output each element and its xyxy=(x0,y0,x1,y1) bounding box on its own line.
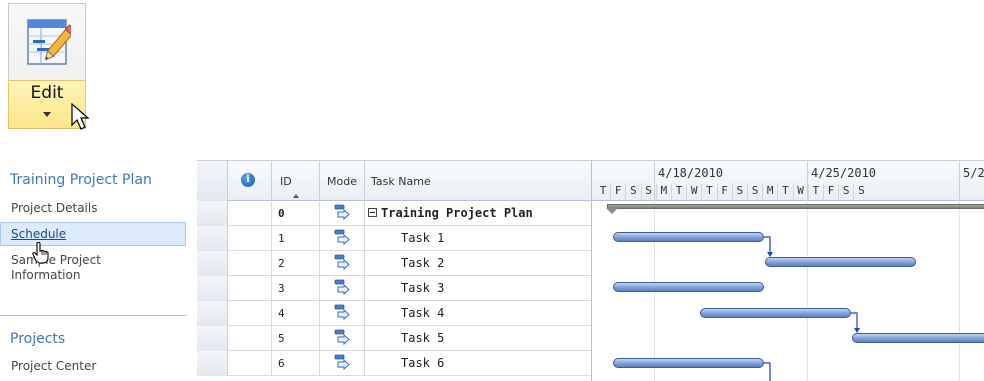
auto-schedule-icon xyxy=(333,329,351,350)
auto-schedule-icon xyxy=(333,279,351,300)
mode-header-label: Mode xyxy=(327,175,357,188)
task-name: Task 6 xyxy=(401,356,445,370)
row-indicator-cell xyxy=(228,201,272,226)
nav-divider xyxy=(0,315,186,316)
nav-heading-project[interactable]: Training Project Plan xyxy=(10,172,152,188)
task-name: Training Project Plan xyxy=(381,206,533,220)
row-indicator-cell xyxy=(228,251,272,276)
chevron-down-icon[interactable] xyxy=(43,112,51,117)
mode-cell[interactable] xyxy=(320,201,365,226)
task-name: Task 5 xyxy=(401,331,445,345)
task-name-cell[interactable]: Task 2 xyxy=(365,251,591,276)
task-name-cell[interactable]: Task 1 xyxy=(365,226,591,251)
mouse-pointer-icon xyxy=(71,103,90,130)
nav-heading-projects[interactable]: Projects xyxy=(10,331,65,347)
sort-ascending-icon xyxy=(293,194,299,198)
auto-schedule-icon xyxy=(333,254,351,275)
task-name: Task 3 xyxy=(401,281,445,295)
mode-cell[interactable] xyxy=(320,326,365,351)
gantt-chart: 4/18/2010 4/25/2010 5/2 TFSSMTWTFSSMTWTF… xyxy=(591,160,984,381)
task-name: Task 4 xyxy=(401,306,445,320)
nav-item-project-details[interactable]: Project Details xyxy=(11,201,97,216)
row-id[interactable]: 3 xyxy=(272,276,320,301)
hand-pointer-icon xyxy=(32,242,49,264)
table-row[interactable]: 3 Task 3 xyxy=(197,276,591,301)
table-row[interactable]: 6 Task 6 xyxy=(197,351,591,376)
table-row[interactable]: 0 Training Project Plan xyxy=(197,201,591,226)
row-id[interactable]: 0 xyxy=(272,201,320,226)
collapse-icon[interactable] xyxy=(368,208,377,217)
mode-cell[interactable] xyxy=(320,226,365,251)
row-id[interactable]: 6 xyxy=(272,351,320,376)
row-selector[interactable] xyxy=(197,201,228,226)
row-selector[interactable] xyxy=(197,226,228,251)
row-selector[interactable] xyxy=(197,351,228,376)
row-indicator-cell xyxy=(228,351,272,376)
table-row[interactable]: 4 Task 4 xyxy=(197,301,591,326)
task-name-cell[interactable]: Training Project Plan xyxy=(365,201,591,226)
select-all-cell[interactable] xyxy=(197,161,228,202)
row-selector[interactable] xyxy=(197,326,228,351)
mode-cell[interactable] xyxy=(320,276,365,301)
task-name-cell[interactable]: Task 5 xyxy=(365,326,591,351)
task-name-cell[interactable]: Task 4 xyxy=(365,301,591,326)
task-name: Task 1 xyxy=(401,231,445,245)
row-id[interactable]: 2 xyxy=(272,251,320,276)
auto-schedule-icon xyxy=(333,354,351,375)
edit-label: Edit xyxy=(30,83,64,103)
auto-schedule-icon xyxy=(333,229,351,250)
row-indicator-cell xyxy=(228,301,272,326)
mode-cell[interactable] xyxy=(320,251,365,276)
task-name: Task 2 xyxy=(401,256,445,270)
indicators-column-header[interactable]: i xyxy=(228,161,272,202)
nav-item-schedule[interactable]: Schedule xyxy=(11,227,66,242)
dependency-links xyxy=(764,236,860,381)
info-icon: i xyxy=(241,173,255,187)
row-selector[interactable] xyxy=(197,276,228,301)
edit-page-icon xyxy=(27,19,71,65)
table-row[interactable]: 1 Task 1 xyxy=(197,226,591,251)
left-navigation: Training Project Plan Project Details Sc… xyxy=(0,160,188,381)
id-header-label: ID xyxy=(280,175,292,188)
mode-cell[interactable] xyxy=(320,301,365,326)
row-selector[interactable] xyxy=(197,301,228,326)
row-id[interactable]: 1 xyxy=(272,226,320,251)
mode-column-header[interactable]: Mode xyxy=(320,161,365,202)
row-indicator-cell xyxy=(228,326,272,351)
task-grid: i ID Mode Task Name 0 Training Project Pl… xyxy=(197,160,591,381)
task-name-cell[interactable]: Task 6 xyxy=(365,351,591,376)
row-id[interactable]: 5 xyxy=(272,326,320,351)
task-name-cell[interactable]: Task 3 xyxy=(365,276,591,301)
row-id[interactable]: 4 xyxy=(272,301,320,326)
row-indicator-cell xyxy=(228,226,272,251)
grid-header: i ID Mode Task Name xyxy=(197,160,591,202)
mode-cell[interactable] xyxy=(320,351,365,376)
auto-schedule-icon xyxy=(333,304,351,325)
row-selector[interactable] xyxy=(197,251,228,276)
id-column-header[interactable]: ID xyxy=(272,161,320,202)
task-name-header-label: Task Name xyxy=(371,175,431,188)
auto-schedule-icon xyxy=(333,204,351,225)
row-indicator-cell xyxy=(228,276,272,301)
nav-item-sample-project-information[interactable]: Sample Project Information xyxy=(11,253,131,283)
task-name-column-header[interactable]: Task Name xyxy=(365,161,591,202)
table-row[interactable]: 5 Task 5 xyxy=(197,326,591,351)
table-row[interactable]: 2 Task 2 xyxy=(197,251,591,276)
nav-item-project-center[interactable]: Project Center xyxy=(11,359,96,374)
